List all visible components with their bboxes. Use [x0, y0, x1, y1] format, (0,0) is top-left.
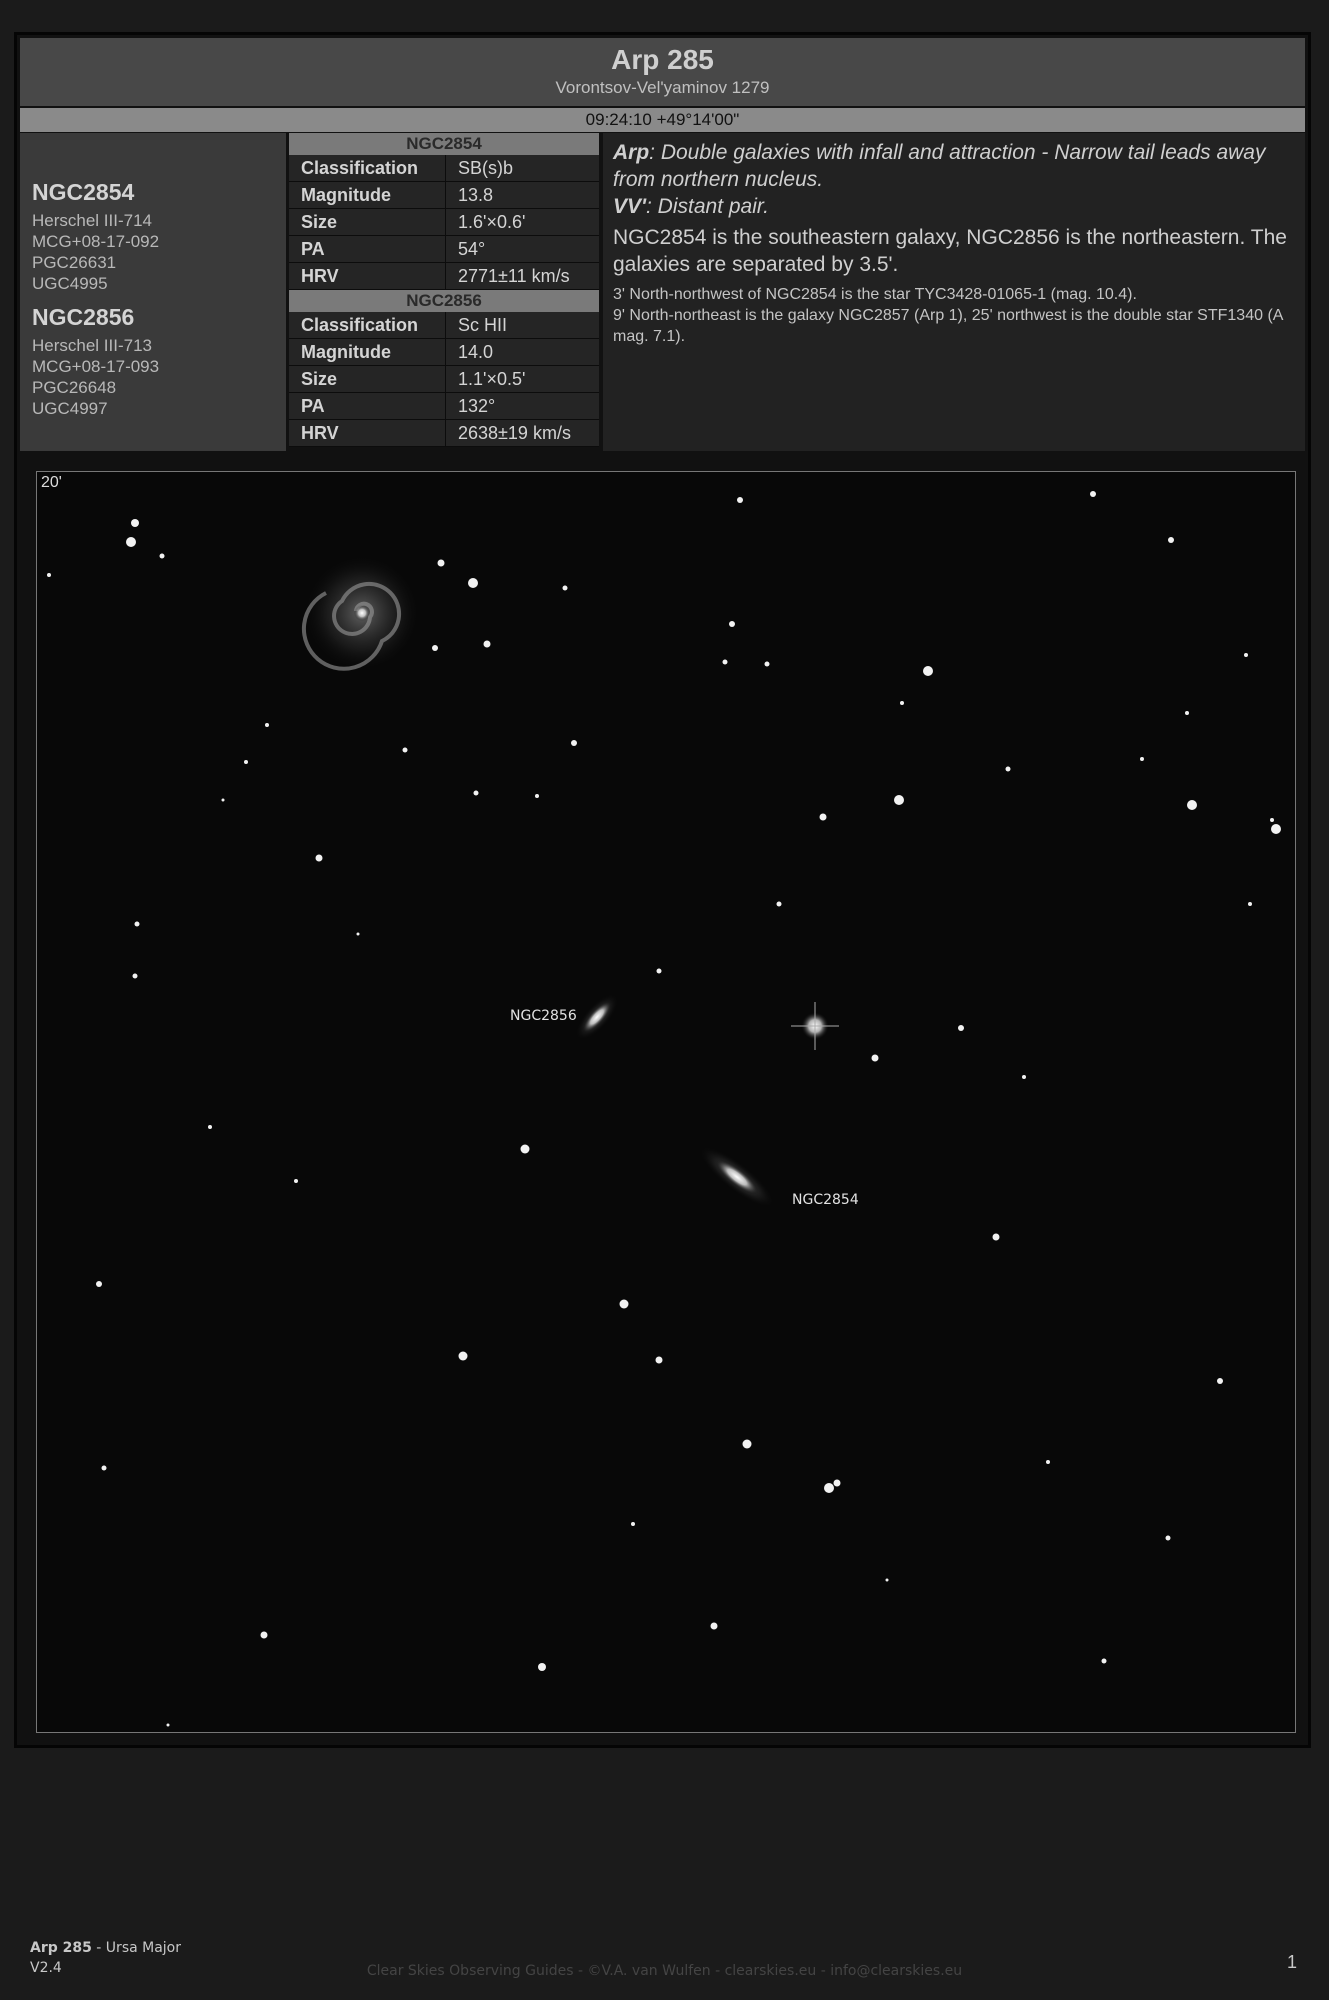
arp-description: Arp: Double galaxies with infall and att… — [613, 139, 1295, 193]
page-title: Arp 285 — [611, 44, 714, 75]
property-value: 14.0 — [445, 338, 599, 366]
footer-credit: Clear Skies Observing Guides - ©V.A. van… — [366, 1963, 963, 1979]
designation-group: NGC2854 Herschel III-714 MCG+08-17-092 P… — [32, 179, 286, 294]
coordinates-bar: 09:24:10 +49°14'00" — [20, 106, 1305, 134]
property-value: 54° — [445, 235, 599, 263]
spiral-galaxy — [301, 553, 422, 673]
property-key: Size — [289, 365, 446, 393]
footer-constellation: - Ursa Major — [91, 1940, 182, 1956]
property-value: Sc HII — [445, 312, 599, 339]
table-row: Classification SB(s)b — [289, 155, 599, 182]
alias: UGC4997 — [32, 399, 108, 418]
arp-label: Arp — [613, 141, 650, 164]
property-value: 1.6'×0.6' — [445, 208, 599, 236]
table-row: PA 54° — [289, 235, 599, 263]
alias: Herschel III-714 — [32, 211, 152, 230]
property-value: 13.8 — [445, 181, 599, 209]
properties-table: NGC2854 Classification SB(s)b Magnitude 13… — [289, 133, 599, 447]
star-field — [37, 472, 1295, 1732]
arp-text: : Double galaxies with infall and attrac… — [613, 141, 1266, 191]
finder-image: 20' NGC2856 NGC2854 — [36, 471, 1296, 1733]
property-key: Magnitude — [289, 181, 446, 209]
description-note: 3' North-northwest of NGC2854 is the sta… — [613, 286, 1137, 303]
alias: Herschel III-713 — [32, 336, 152, 355]
table-header: NGC2856 — [289, 289, 599, 312]
alias: MCG+08-17-092 — [32, 232, 160, 251]
page-number: 1 — [1286, 1952, 1297, 1972]
alias: PGC26648 — [32, 378, 117, 397]
property-key: PA — [289, 392, 446, 420]
vv-description: VV': Distant pair. — [613, 193, 1295, 220]
table-row: PA 132° — [289, 392, 599, 420]
object-name: NGC2856 — [32, 304, 135, 330]
footer-object: Arp 285 — [30, 1940, 92, 1956]
table-row: Size 1.1'×0.5' — [289, 365, 599, 393]
alias: MCG+08-17-093 — [32, 357, 160, 376]
designations-panel: NGC2854 Herschel III-714 MCG+08-17-092 P… — [20, 133, 286, 451]
alias: PGC26631 — [32, 253, 117, 272]
alias: UGC4995 — [32, 274, 108, 293]
table-row: HRV 2771±11 km/s — [289, 262, 599, 290]
property-key: Size — [289, 208, 446, 236]
guide-frame: Arp 285 Vorontsov-Vel'yaminov 1279 09:24… — [14, 32, 1311, 1748]
property-key: Classification — [289, 155, 446, 182]
label-ngc2854: NGC2854 — [792, 1192, 859, 1208]
property-value: SB(s)b — [445, 155, 599, 182]
title-box: Arp 285 Vorontsov-Vel'yaminov 1279 — [20, 38, 1305, 107]
property-key: PA — [289, 235, 446, 263]
property-value: 2638±19 km/s — [445, 419, 599, 447]
table-header: NGC2854 — [289, 133, 599, 155]
property-key: Classification — [289, 312, 446, 339]
property-key: HRV — [289, 419, 446, 447]
label-ngc2856: NGC2856 — [510, 1008, 577, 1024]
table-row: Magnitude 14.0 — [289, 338, 599, 366]
table-row: Size 1.6'×0.6' — [289, 208, 599, 236]
table-row: Magnitude 13.8 — [289, 181, 599, 209]
table-row: Classification Sc HII — [289, 312, 599, 339]
property-value: 1.1'×0.5' — [445, 365, 599, 393]
designation-group: NGC2856 Herschel III-713 MCG+08-17-093 P… — [32, 304, 286, 419]
property-key: HRV — [289, 262, 446, 290]
object-name: NGC2854 — [32, 179, 135, 205]
description-note: 9' North-northeast is the galaxy NGC2857… — [613, 307, 1283, 345]
table-row: HRV 2638±19 km/s — [289, 419, 599, 447]
fov-label: 20' — [41, 474, 62, 491]
description-panel: Arp: Double galaxies with infall and att… — [603, 133, 1305, 451]
property-value: 132° — [445, 392, 599, 420]
main-description: NGC2854 is the southeastern galaxy, NGC2… — [613, 226, 1287, 276]
vv-text: : Distant pair. — [646, 195, 769, 218]
property-key: Magnitude — [289, 338, 446, 366]
property-value: 2771±11 km/s — [445, 262, 599, 290]
properties-panel: NGC2854 Classification SB(s)b Magnitude 13… — [289, 133, 599, 447]
coordinates: 09:24:10 +49°14'00" — [585, 110, 740, 129]
page-subtitle: Vorontsov-Vel'yaminov 1279 — [555, 78, 770, 97]
vv-label: VV' — [613, 195, 647, 218]
